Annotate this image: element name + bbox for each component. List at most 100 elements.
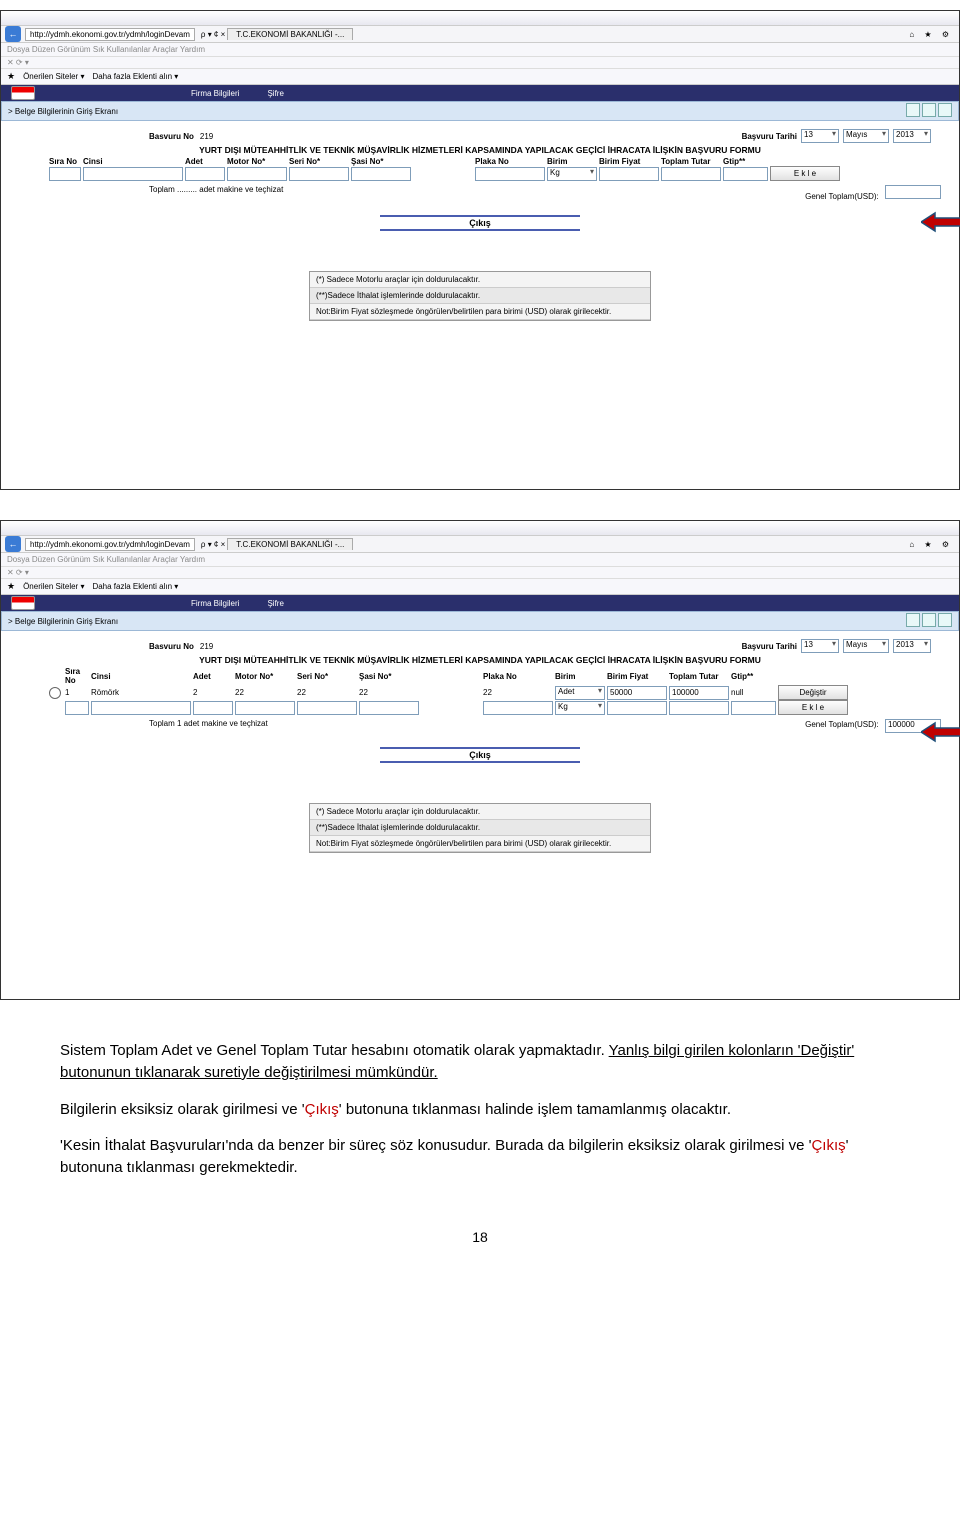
input-ttutar[interactable] <box>661 167 721 181</box>
genel-toplam-label: Genel Toplam(USD): <box>805 192 879 201</box>
select-birim[interactable]: Kg <box>555 701 605 715</box>
browser-menus[interactable]: Dosya Düzen Görünüm Sık Kullanılanlar Ar… <box>1 553 959 567</box>
cell-bfiyat[interactable]: 50000 <box>607 686 667 700</box>
flag-icon <box>11 86 35 100</box>
breadcrumb: > Belge Bilgilerinin Giriş Ekranı <box>1 611 959 631</box>
note-2: (**)Sadece İthalat işlemlerinde doldurul… <box>310 288 650 304</box>
input-plaka[interactable] <box>475 167 545 181</box>
cell-sasi: 22 <box>359 688 419 697</box>
col-plaka: Plaka No <box>483 672 553 681</box>
nav-firma[interactable]: Firma Bilgileri <box>191 89 239 98</box>
input-seri[interactable] <box>297 701 357 715</box>
address-row: ← http://ydmh.ekonomi.gov.tr/ydmh/loginD… <box>1 536 959 553</box>
basvuru-no-value: 219 <box>200 132 213 141</box>
date-year[interactable]: 2013 <box>893 129 931 143</box>
col-ttutar: Toplam Tutar <box>661 157 721 166</box>
col-plaka: Plaka No <box>475 157 545 166</box>
input-sira[interactable] <box>49 167 81 181</box>
nav-sifre[interactable]: Şifre <box>267 599 283 608</box>
fav-link-1[interactable]: Önerilen Siteler ▾ <box>23 582 84 591</box>
back-button[interactable]: ← <box>5 26 21 42</box>
input-ttutar[interactable] <box>669 701 729 715</box>
favorites-bar: ★ Önerilen Siteler ▾ Daha fazla Eklenti … <box>1 579 959 595</box>
col-adet: Adet <box>193 672 233 681</box>
input-sira[interactable] <box>65 701 89 715</box>
callout-arrow-1 <box>921 211 960 233</box>
breadcrumb-text: > Belge Bilgilerinin Giriş Ekranı <box>8 617 118 626</box>
window-titlebar <box>1 521 959 536</box>
date-year[interactable]: 2013 <box>893 639 931 653</box>
breadcrumb: > Belge Bilgilerinin Giriş Ekranı <box>1 101 959 121</box>
browser-menus[interactable]: Dosya Düzen Görünüm Sık Kullanılanlar Ar… <box>1 43 959 57</box>
browser-tab[interactable]: T.C.EKONOMİ BAKANLIĞI -... <box>227 538 353 550</box>
browser-tab[interactable]: T.C.EKONOMİ BAKANLIĞI -... <box>227 28 353 40</box>
ekle-button[interactable]: E k l e <box>770 166 840 181</box>
col-motor: Motor No* <box>235 672 295 681</box>
cell-ttutar[interactable]: 100000 <box>669 686 729 700</box>
date-day[interactable]: 13 <box>801 129 839 143</box>
command-row: ✕ ⟳ ▾ <box>1 567 959 579</box>
cell-gtip: null <box>731 688 776 697</box>
back-button[interactable]: ← <box>5 536 21 552</box>
input-motor[interactable] <box>235 701 295 715</box>
screenshot-1: ← http://ydmh.ekonomi.gov.tr/ydmh/loginD… <box>0 10 960 490</box>
callout-arrow-2 <box>921 721 960 743</box>
input-cinsi[interactable] <box>83 167 183 181</box>
col-birim: Birim <box>555 672 605 681</box>
search-controls: ρ ▾ ¢ × <box>201 30 225 39</box>
page-action-icons[interactable] <box>904 613 952 629</box>
page-number: 18 <box>0 1229 960 1245</box>
input-motor[interactable] <box>227 167 287 181</box>
basvuru-no-label: Basvuru No <box>149 642 194 651</box>
select-birim[interactable]: Kg <box>547 167 597 181</box>
url-field[interactable]: http://ydmh.ekonomi.gov.tr/ydmh/loginDev… <box>25 28 195 41</box>
window-titlebar <box>1 11 959 26</box>
input-gtip[interactable] <box>723 167 768 181</box>
cell-birim[interactable]: Adet <box>555 686 605 700</box>
paragraph-3: 'Kesin İthalat Başvuruları'nda da benzer… <box>60 1135 900 1179</box>
col-birim: Birim <box>547 157 597 166</box>
p2-part-c: ' butonuna tıklanması halinde işlem tama… <box>339 1101 731 1118</box>
note-1: (*) Sadece Motorlu araçlar için doldurul… <box>310 272 650 288</box>
date-month[interactable]: Mayıs <box>843 639 889 653</box>
input-adet[interactable] <box>185 167 225 181</box>
nav-firma[interactable]: Firma Bilgileri <box>191 599 239 608</box>
cell-adet: 2 <box>193 688 233 697</box>
input-plaka[interactable] <box>483 701 553 715</box>
fav-link-2[interactable]: Daha fazla Eklenti alın ▾ <box>92 72 178 81</box>
cell-sira: 1 <box>65 688 89 697</box>
input-bfiyat[interactable] <box>607 701 667 715</box>
fav-link-2[interactable]: Daha fazla Eklenti alın ▾ <box>92 582 178 591</box>
row-radio[interactable] <box>49 687 61 699</box>
col-cinsi: Cinsi <box>83 157 183 166</box>
nav-sifre[interactable]: Şifre <box>267 89 283 98</box>
system-icons[interactable]: ⌂ ★ ⚙ <box>909 30 953 39</box>
input-sasi[interactable] <box>359 701 419 715</box>
input-gtip[interactable] <box>731 701 776 715</box>
paragraph-2: Bilgilerin eksiksiz olarak girilmesi ve … <box>60 1099 900 1121</box>
favorite-icon: ★ <box>7 71 15 82</box>
form-title: YURT DIŞI MÜTEAHHİTLİK VE TEKNİK MÜŞAVİR… <box>9 655 951 665</box>
page-action-icons[interactable] <box>904 103 952 119</box>
ekle-button[interactable]: E k l e <box>778 700 848 715</box>
date-month[interactable]: Mayıs <box>843 129 889 143</box>
input-bfiyat[interactable] <box>599 167 659 181</box>
col-gtip: Gtip** <box>723 157 768 166</box>
p3-cikis: Çıkış <box>811 1137 845 1154</box>
input-seri[interactable] <box>289 167 349 181</box>
system-icons[interactable]: ⌂ ★ ⚙ <box>909 540 953 549</box>
note-3: Not:Birim Fiyat sözleşmede öngörülen/bel… <box>310 836 650 852</box>
url-field[interactable]: http://ydmh.ekonomi.gov.tr/ydmh/loginDev… <box>25 538 195 551</box>
fav-link-1[interactable]: Önerilen Siteler ▾ <box>23 72 84 81</box>
cikis-button[interactable]: Çıkış <box>380 747 580 763</box>
input-sasi[interactable] <box>351 167 411 181</box>
p3-part-a: 'Kesin İthalat Başvuruları'nda da benzer… <box>60 1137 811 1154</box>
cikis-button[interactable]: Çıkış <box>380 215 580 231</box>
favorites-bar: ★ Önerilen Siteler ▾ Daha fazla Eklenti … <box>1 69 959 85</box>
date-day[interactable]: 13 <box>801 639 839 653</box>
degistir-button[interactable]: Değiştir <box>778 685 848 700</box>
address-row: ← http://ydmh.ekonomi.gov.tr/ydmh/loginD… <box>1 26 959 43</box>
table-header-1: Sıra No Cinsi Adet Motor No* Seri No* Şa… <box>49 157 941 166</box>
input-cinsi[interactable] <box>91 701 191 715</box>
input-adet[interactable] <box>193 701 233 715</box>
